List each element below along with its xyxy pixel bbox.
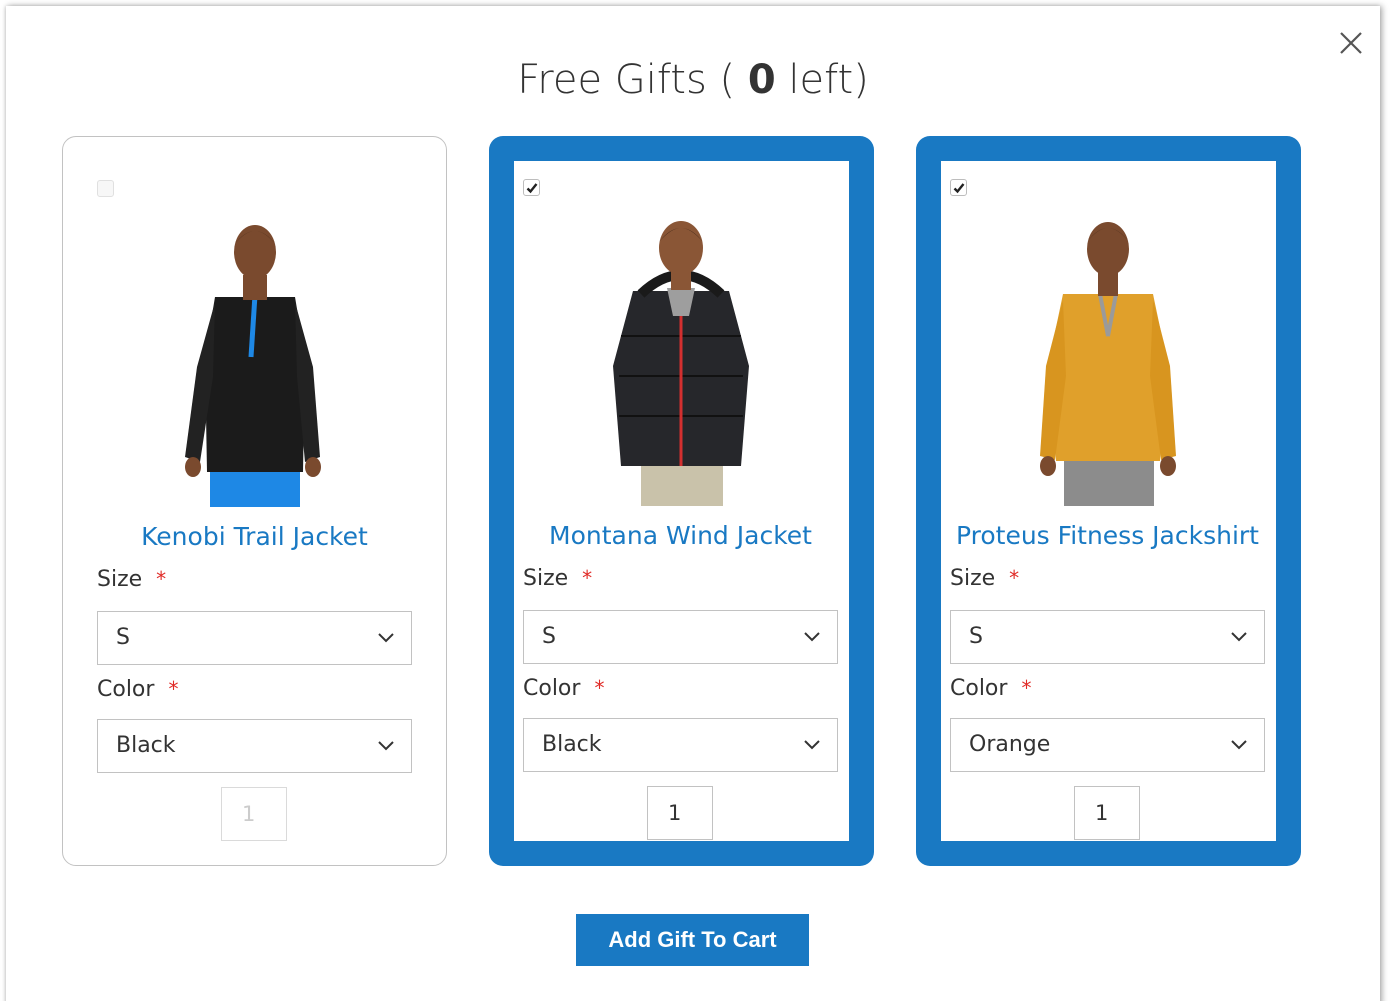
size-label-text: Size [523, 566, 569, 591]
color-label-text: Color [523, 676, 581, 701]
chevron-down-icon [804, 632, 820, 642]
size-label: Size * [523, 566, 592, 591]
chevron-down-icon [1231, 740, 1247, 750]
size-select-value: S [542, 624, 556, 649]
gift-checkbox[interactable] [523, 179, 540, 196]
free-gifts-modal: Free Gifts ( 0 left) Kenobi Trail Jacket… [6, 6, 1380, 1001]
chevron-down-icon [804, 740, 820, 750]
gift-checkbox[interactable] [950, 179, 967, 196]
color-select-value: Orange [969, 732, 1051, 757]
product-image [523, 216, 838, 506]
color-label-text: Color [97, 677, 155, 702]
size-select[interactable]: S [950, 610, 1265, 664]
required-mark: * [1021, 676, 1032, 700]
chevron-down-icon [1231, 632, 1247, 642]
size-label-text: Size [97, 567, 143, 592]
required-mark: * [168, 677, 179, 701]
size-select[interactable]: S [523, 610, 838, 664]
color-label: Color * [950, 676, 1031, 701]
product-image [97, 217, 412, 507]
size-select-value: S [969, 624, 983, 649]
quantity-input[interactable]: 1 [221, 787, 287, 841]
color-select[interactable]: Black [97, 719, 412, 773]
color-select[interactable]: Black [523, 718, 838, 772]
checkmark-icon [953, 182, 964, 193]
size-label: Size * [950, 566, 1019, 591]
required-mark: * [582, 566, 593, 590]
product-name-link[interactable]: Kenobi Trail Jacket [77, 522, 432, 551]
gift-card-body: Montana Wind Jacket Size * S Color * Black… [523, 161, 838, 841]
color-label: Color * [523, 676, 604, 701]
title-prefix: Free Gifts ( [517, 57, 748, 103]
color-select-value: Black [542, 732, 602, 757]
product-name-link[interactable]: Montana Wind Jacket [503, 521, 858, 550]
gift-card-body: Proteus Fitness Jackshirt Size * S Color *… [950, 161, 1265, 841]
product-image [950, 216, 1265, 506]
size-label-text: Size [950, 566, 996, 591]
gift-card-proteus-fitness-jackshirt: Proteus Fitness Jackshirt Size * S Color *… [916, 136, 1301, 866]
required-mark: * [156, 567, 167, 591]
chevron-down-icon [378, 633, 394, 643]
checkmark-icon [526, 182, 537, 193]
gift-card-body: Kenobi Trail Jacket Size * S Color * Black… [97, 137, 412, 865]
size-select-value: S [116, 625, 130, 650]
size-label: Size * [97, 567, 166, 592]
gift-card-montana-wind-jacket: Montana Wind Jacket Size * S Color * Black… [489, 136, 874, 866]
color-select[interactable]: Orange [950, 718, 1265, 772]
color-select-value: Black [116, 733, 176, 758]
color-label: Color * [97, 677, 178, 702]
gift-card-kenobi-trail-jacket: Kenobi Trail Jacket Size * S Color * Black… [62, 136, 447, 866]
chevron-down-icon [378, 741, 394, 751]
size-select[interactable]: S [97, 611, 412, 665]
quantity-input[interactable]: 1 [647, 786, 713, 840]
quantity-input[interactable]: 1 [1074, 786, 1140, 840]
title-suffix: left) [775, 57, 869, 103]
required-mark: * [1009, 566, 1020, 590]
color-label-text: Color [950, 676, 1008, 701]
product-name-link[interactable]: Proteus Fitness Jackshirt [930, 521, 1285, 550]
add-gift-to-cart-button[interactable]: Add Gift To Cart [576, 914, 809, 966]
required-mark: * [594, 676, 605, 700]
gift-checkbox[interactable] [97, 180, 114, 197]
gifts-left-count: 0 [747, 57, 776, 103]
modal-title: Free Gifts ( 0 left) [6, 52, 1380, 108]
